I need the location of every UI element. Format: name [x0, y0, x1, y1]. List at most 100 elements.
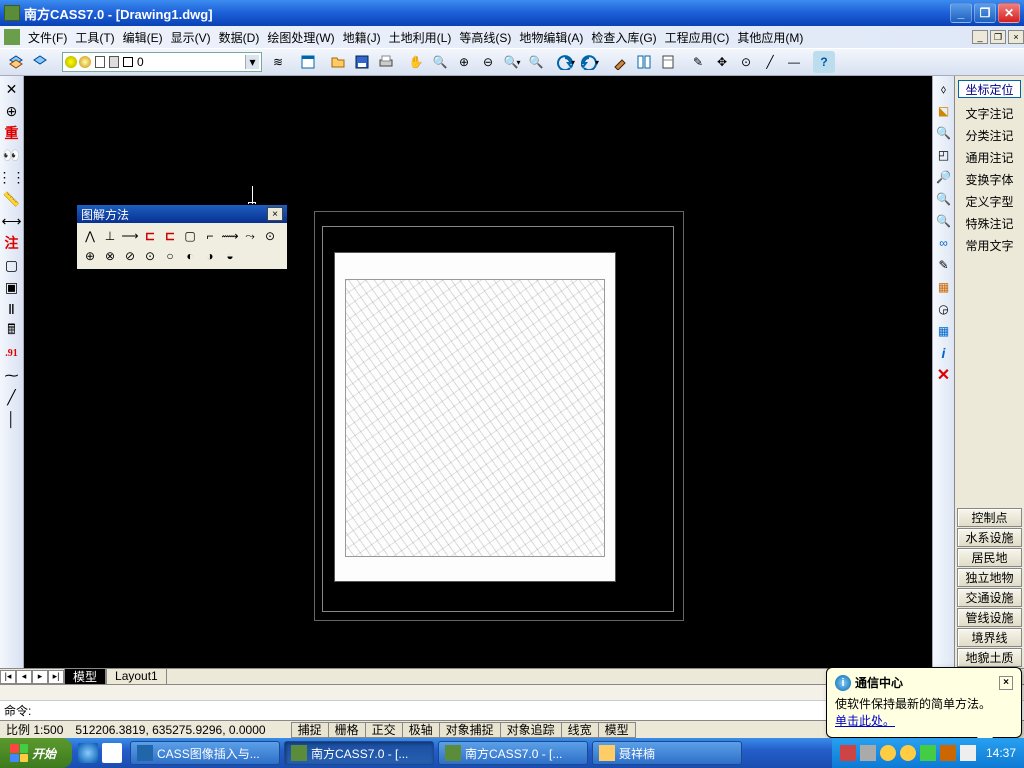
tab-prev[interactable]: ◂	[16, 670, 32, 684]
match-prop-icon[interactable]	[609, 51, 631, 73]
tab-model[interactable]: 模型	[64, 669, 106, 685]
float-btn-2[interactable]: ⊥	[100, 226, 120, 246]
right-btn-4[interactable]: 交通设施	[957, 588, 1022, 607]
status-otrack[interactable]: 对象追踪	[500, 722, 562, 738]
pan-icon[interactable]: ✋	[405, 51, 427, 73]
right-item-0[interactable]: 文字注记	[955, 102, 1024, 124]
status-snap[interactable]: 捕捉	[291, 722, 329, 738]
float-btn-6[interactable]: ▢	[180, 226, 200, 246]
menu-data[interactable]: 数据(D)	[215, 27, 264, 48]
float-btn-3[interactable]: ⟶	[120, 226, 140, 246]
move-icon[interactable]: ✥	[711, 51, 733, 73]
zoom-out-icon[interactable]: ⊖	[477, 51, 499, 73]
zhu-label[interactable]: 注	[2, 233, 22, 253]
right-item-1[interactable]: 分类注记	[955, 124, 1024, 146]
menu-file[interactable]: 文件(F)	[24, 27, 71, 48]
float-btn-18[interactable]: ◒	[220, 246, 240, 266]
r-tool-1[interactable]: ⬨	[935, 80, 953, 98]
square-icon[interactable]: ▢	[2, 255, 22, 275]
design-center-icon[interactable]	[633, 51, 655, 73]
float-titlebar[interactable]: 图解方法 ×	[77, 205, 287, 223]
binoc-icon[interactable]: 👀	[2, 145, 22, 165]
task-word[interactable]: CASS图像插入与...	[130, 741, 280, 765]
float-btn-11[interactable]: ⊕	[80, 246, 100, 266]
point-icon[interactable]: ✕	[2, 79, 22, 99]
right-btn-5[interactable]: 管线设施	[957, 608, 1022, 627]
squares-icon[interactable]: ▣	[2, 277, 22, 297]
h-icon[interactable]: Ⅱ	[2, 299, 22, 319]
r-tool-2[interactable]: ⬕	[935, 102, 953, 120]
r-tool-9[interactable]: ✎	[935, 256, 953, 274]
clock[interactable]: 14:37	[986, 746, 1016, 760]
balloon-close[interactable]: ×	[999, 676, 1013, 690]
float-btn-17[interactable]: ◑	[200, 246, 220, 266]
line-icon[interactable]: ―	[783, 51, 805, 73]
status-model[interactable]: 模型	[598, 722, 636, 738]
right-btn-2[interactable]: 居民地	[957, 548, 1022, 567]
tray-icon-6[interactable]	[940, 745, 956, 761]
status-polar[interactable]: 极轴	[402, 722, 440, 738]
right-btn-0[interactable]: 控制点	[957, 508, 1022, 527]
float-btn-5[interactable]: ⊏	[160, 226, 180, 246]
float-btn-8[interactable]: ⟿	[220, 226, 240, 246]
mdi-minimize[interactable]: _	[972, 30, 988, 44]
float-btn-13[interactable]: ⊘	[120, 246, 140, 266]
menu-cadastre[interactable]: 地籍(J)	[339, 27, 385, 48]
menu-engineering[interactable]: 工程应用(C)	[661, 27, 734, 48]
tray-icon-7[interactable]	[960, 745, 976, 761]
tray-icon-3[interactable]	[880, 745, 896, 761]
right-btn-6[interactable]: 境界线	[957, 628, 1022, 647]
circle-cross-icon[interactable]: ⊕	[2, 101, 22, 121]
zoom-window-icon[interactable]: 🔍▾	[501, 51, 523, 73]
float-btn-9[interactable]: ⤳	[240, 226, 260, 246]
float-btn-15[interactable]: ○	[160, 246, 180, 266]
drawing-canvas[interactable]: 图解方法 × ⋀ ⊥ ⟶ ⊏ ⊏ ▢ ⌐ ⟿ ⤳ ⊙ ⊕ ⊗ ⊘ ⊙ ○ ◐ ◑	[24, 76, 932, 668]
menu-view[interactable]: 显示(V)	[167, 27, 215, 48]
menu-check[interactable]: 检查入库(G)	[587, 27, 660, 48]
num-label[interactable]: .91	[2, 343, 22, 363]
menu-landuse[interactable]: 土地利用(L)	[385, 27, 456, 48]
minimize-button[interactable]: _	[950, 3, 972, 23]
r-tool-delete[interactable]: ✕	[935, 366, 953, 384]
r-tool-info[interactable]: i	[935, 344, 953, 362]
dash-icon[interactable]: ⁓	[2, 365, 22, 385]
right-item-3[interactable]: 变换字体	[955, 168, 1024, 190]
menu-draw[interactable]: 绘图处理(W)	[263, 27, 338, 48]
mdi-restore[interactable]: ❐	[990, 30, 1006, 44]
mdi-close[interactable]: ×	[1008, 30, 1024, 44]
pencil-icon[interactable]: ✎	[687, 51, 709, 73]
r-tool-6[interactable]: 🔍	[935, 190, 953, 208]
right-item-2[interactable]: 通用注记	[955, 146, 1024, 168]
menu-tools[interactable]: 工具(T)	[71, 27, 118, 48]
tab-layout1[interactable]: Layout1	[106, 669, 167, 685]
status-ortho[interactable]: 正交	[365, 722, 403, 738]
right-item-5[interactable]: 特殊注记	[955, 212, 1024, 234]
status-grid[interactable]: 栅格	[328, 722, 366, 738]
r-tool-11[interactable]: ◶	[935, 300, 953, 318]
float-btn-7[interactable]: ⌐	[200, 226, 220, 246]
right-item-6[interactable]: 常用文字	[955, 234, 1024, 256]
start-button[interactable]: 开始	[0, 738, 72, 768]
r-tool-10[interactable]: ▦	[935, 278, 953, 296]
right-btn-1[interactable]: 水系设施	[957, 528, 1022, 547]
menu-contour[interactable]: 等高线(S)	[455, 27, 515, 48]
r-tool-7[interactable]: 🔍	[935, 212, 953, 230]
r-tool-4[interactable]: ◰	[935, 146, 953, 164]
ql-desktop[interactable]	[102, 743, 122, 763]
zoom-realtime-icon[interactable]: 🔍	[429, 51, 451, 73]
save-icon[interactable]	[351, 51, 373, 73]
help-icon[interactable]: ?	[813, 51, 835, 73]
menu-edit[interactable]: 编辑(E)	[119, 27, 167, 48]
layer-prev-icon[interactable]	[29, 51, 51, 73]
float-btn-12[interactable]: ⊗	[100, 246, 120, 266]
grid-icon[interactable]: ⋮⋮	[2, 167, 22, 187]
menu-other[interactable]: 其他应用(M)	[733, 27, 807, 48]
right-item-4[interactable]: 定义字型	[955, 190, 1024, 212]
undo-icon[interactable]: ▾	[555, 51, 577, 73]
tray-icon-1[interactable]	[840, 745, 856, 761]
r-tool-5[interactable]: 🔎	[935, 168, 953, 186]
task-cass-1[interactable]: 南方CASS7.0 - [...	[284, 741, 434, 765]
float-btn-14[interactable]: ⊙	[140, 246, 160, 266]
redo-icon[interactable]: ▾	[579, 51, 601, 73]
plot-icon[interactable]	[375, 51, 397, 73]
